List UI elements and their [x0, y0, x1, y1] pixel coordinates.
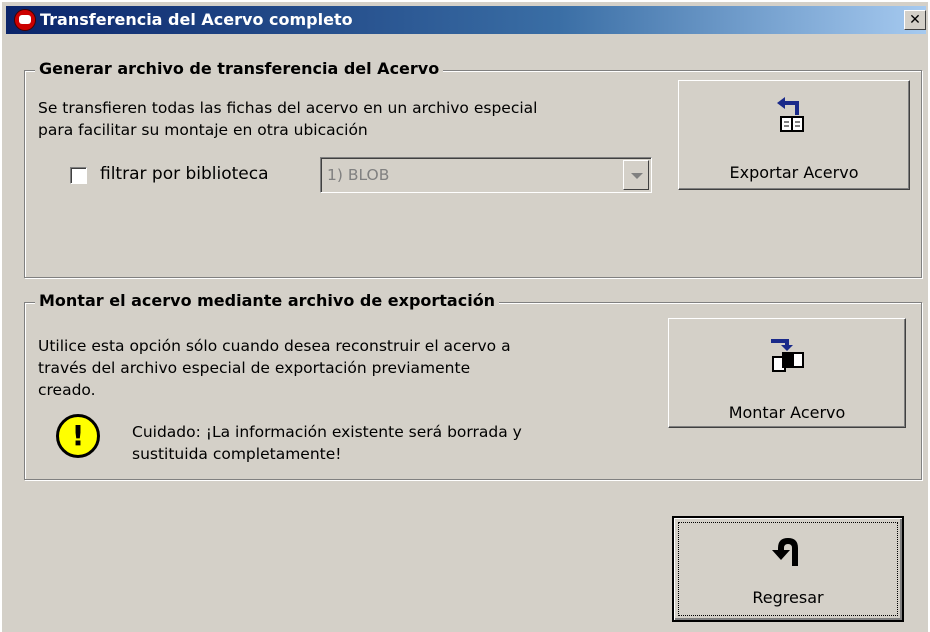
mount-description-line3: creado. [38, 381, 96, 399]
mount-description-line1: Utilice esta opción sólo cuando desea re… [38, 337, 511, 355]
chevron-down-icon[interactable] [623, 160, 649, 190]
mount-button[interactable]: Montar Acervo [668, 318, 906, 428]
library-select[interactable]: 1) BLOB [320, 157, 652, 193]
export-button[interactable]: Exportar Acervo [678, 80, 910, 190]
mount-description-line2: través del archivo especial de exportaci… [38, 359, 471, 377]
export-book-icon [777, 97, 804, 132]
dialog-window: Transferencia del Acervo completo ✕ Gene… [0, 0, 928, 632]
title-bar[interactable]: Transferencia del Acervo completo ✕ [6, 6, 926, 34]
export-button-label: Exportar Acervo [729, 163, 859, 182]
window-title: Transferencia del Acervo completo [40, 10, 353, 29]
warning-icon: ! [56, 414, 100, 458]
u-turn-arrow-icon [772, 538, 798, 566]
export-group-legend: Generar archivo de transferencia del Ace… [35, 59, 444, 78]
warning-line2: sustituida completamente! [132, 445, 342, 463]
warning-line1: Cuidado: ¡La información existente será … [132, 423, 522, 441]
filter-checkbox[interactable] [70, 167, 87, 184]
import-pages-icon [771, 339, 804, 372]
library-select-value: 1) BLOB [327, 166, 390, 184]
export-description-line1: Se transfieren todas las fichas del acer… [38, 99, 538, 117]
close-button[interactable]: ✕ [904, 10, 926, 30]
app-icon [14, 9, 36, 31]
filter-label[interactable]: filtrar por biblioteca [100, 164, 269, 184]
mount-group-legend: Montar el acervo mediante archivo de exp… [35, 291, 500, 310]
mount-button-label: Montar Acervo [728, 403, 846, 422]
export-description-line2: para facilitar su montaje en otra ubicac… [38, 121, 368, 139]
back-button[interactable]: Regresar [672, 516, 904, 622]
back-button-label: Regresar [752, 588, 824, 607]
close-icon: ✕ [909, 12, 921, 28]
